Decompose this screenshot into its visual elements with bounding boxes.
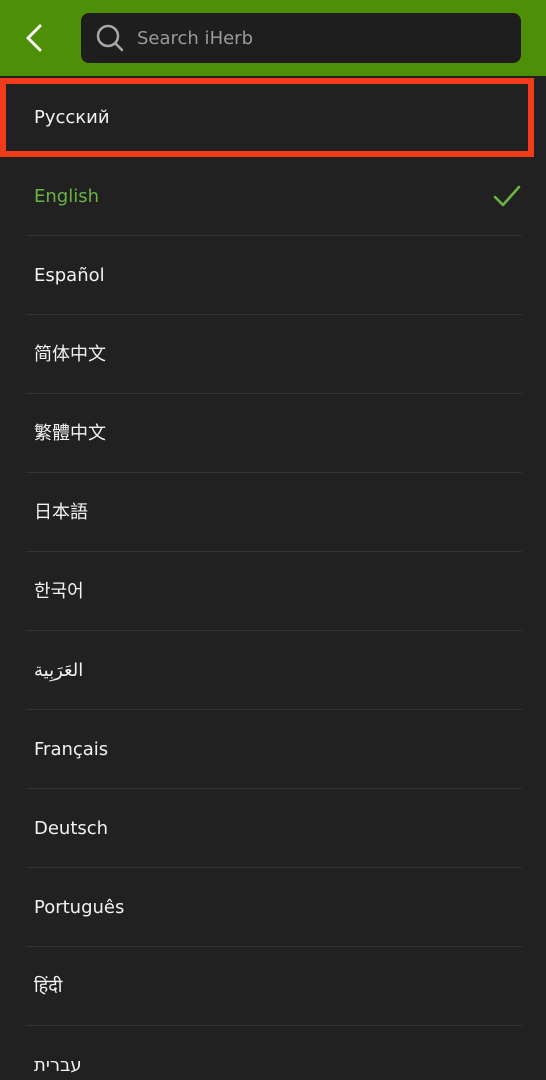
language-item-hebrew[interactable]: עברית (0, 1026, 546, 1080)
language-item-traditional-chinese[interactable]: 繁體中文 (0, 394, 546, 473)
language-label: हिंदी (34, 976, 63, 997)
chevron-left-icon (26, 24, 42, 52)
language-item-japanese[interactable]: 日本語 (0, 473, 546, 552)
language-settings-screen: Русский English Español 简体中文 繁體中文 日本語 한국 (0, 0, 546, 1080)
search-bar[interactable] (81, 13, 521, 63)
language-item-french[interactable]: Français (0, 710, 546, 789)
language-label: Español (34, 265, 105, 286)
language-label: 繁體中文 (34, 423, 106, 444)
language-label: Русский (34, 107, 110, 128)
top-header (0, 0, 546, 76)
language-label: Deutsch (34, 818, 109, 839)
language-item-hindi[interactable]: हिंदी (0, 947, 546, 1026)
back-button[interactable] (16, 18, 52, 58)
language-item-portuguese[interactable]: Português (0, 868, 546, 947)
language-list: Русский English Español 简体中文 繁體中文 日本語 한국 (0, 78, 546, 1080)
language-label: English (34, 186, 99, 207)
language-label: עברית (34, 1055, 82, 1076)
language-item-arabic[interactable]: العَرَبِية (0, 631, 546, 710)
language-item-russian[interactable]: Русский (0, 78, 534, 157)
language-label: 日本語 (34, 502, 88, 523)
language-item-spanish[interactable]: Español (0, 236, 546, 315)
language-item-simplified-chinese[interactable]: 简体中文 (0, 315, 546, 394)
language-item-english[interactable]: English (0, 157, 546, 236)
language-item-korean[interactable]: 한국어 (0, 552, 546, 631)
checkmark-icon (493, 185, 521, 207)
language-label: 한국어 (34, 581, 84, 602)
language-label: Français (34, 739, 109, 760)
language-item-german[interactable]: Deutsch (0, 789, 546, 868)
search-input[interactable] (137, 13, 507, 63)
language-label: 简体中文 (34, 344, 106, 365)
language-label: العَرَبِية (34, 660, 84, 681)
search-icon (96, 24, 124, 52)
language-label: Português (34, 897, 125, 918)
